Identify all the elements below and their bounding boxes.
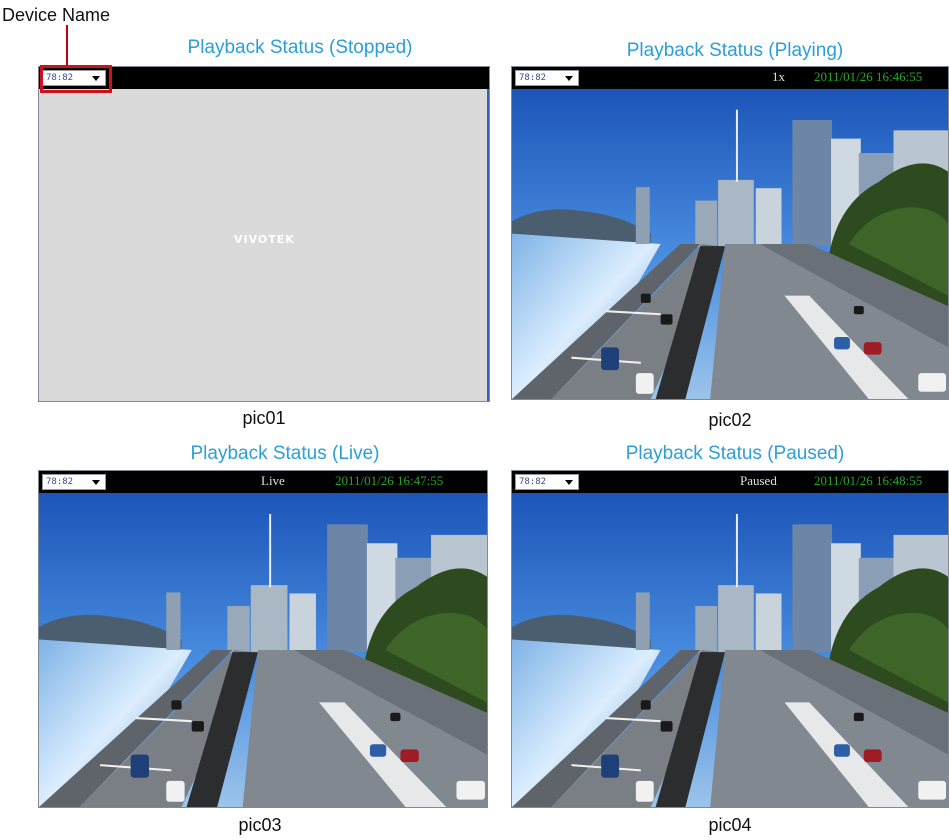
callout-label-device-name: Device Name [2,5,111,25]
viewer-live[interactable]: 78:82 Live 2011/01/26 16:47:55 [38,470,488,808]
timestamp: 2011/01/26 16:48:55 [814,473,923,488]
video-frame-image [512,493,948,807]
viewer-stopped[interactable]: 78:82 VIVOTEK [38,66,490,402]
chevron-down-icon [565,480,573,485]
device-name-dropdown[interactable]: 78:82 [515,474,579,490]
timestamp: 2011/01/26 16:47:55 [335,473,444,488]
vivotek-logo: VIVOTEK [234,233,295,246]
video-frame-image [512,89,948,399]
timestamp: 2011/01/26 16:46:55 [814,69,923,84]
viewer-toolbar: 78:82 Live 2011/01/26 16:47:55 [39,471,487,493]
panel-title-stopped: Playback Status (Stopped) [187,37,413,58]
device-name-value: 78:82 [519,477,547,487]
chevron-down-icon [92,480,100,485]
device-name-dropdown[interactable]: 78:82 [515,70,579,86]
caption-pic04: pic04 [708,815,752,835]
caption-pic01: pic01 [242,408,286,428]
viewer-playing[interactable]: 78:82 1x 2011/01/26 16:46:55 [511,66,949,400]
caption-pic02: pic02 [708,410,752,430]
device-name-value: 78:82 [519,73,547,83]
chevron-down-icon [565,76,573,81]
viewer-paused[interactable]: 78:82 Paused 2011/01/26 16:48:55 [511,470,949,808]
paused-indicator: Paused [740,473,777,488]
device-name-dropdown[interactable]: 78:82 [42,474,106,490]
callout-highlight-box [40,65,112,93]
callout-line [66,25,68,65]
panel-title-live: Playback Status (Live) [190,443,380,464]
viewer-toolbar: 78:82 Paused 2011/01/26 16:48:55 [512,471,948,493]
playback-speed: 1x [772,69,785,84]
device-name-value: 78:82 [46,477,74,487]
video-frame-image [39,493,487,807]
viewer-toolbar: 78:82 1x 2011/01/26 16:46:55 [512,67,948,89]
panel-title-paused: Playback Status (Paused) [625,443,845,464]
viewer-border-accent [487,89,489,401]
caption-pic03: pic03 [238,815,282,835]
panel-title-playing: Playback Status (Playing) [626,40,844,61]
live-indicator: Live [261,473,285,488]
